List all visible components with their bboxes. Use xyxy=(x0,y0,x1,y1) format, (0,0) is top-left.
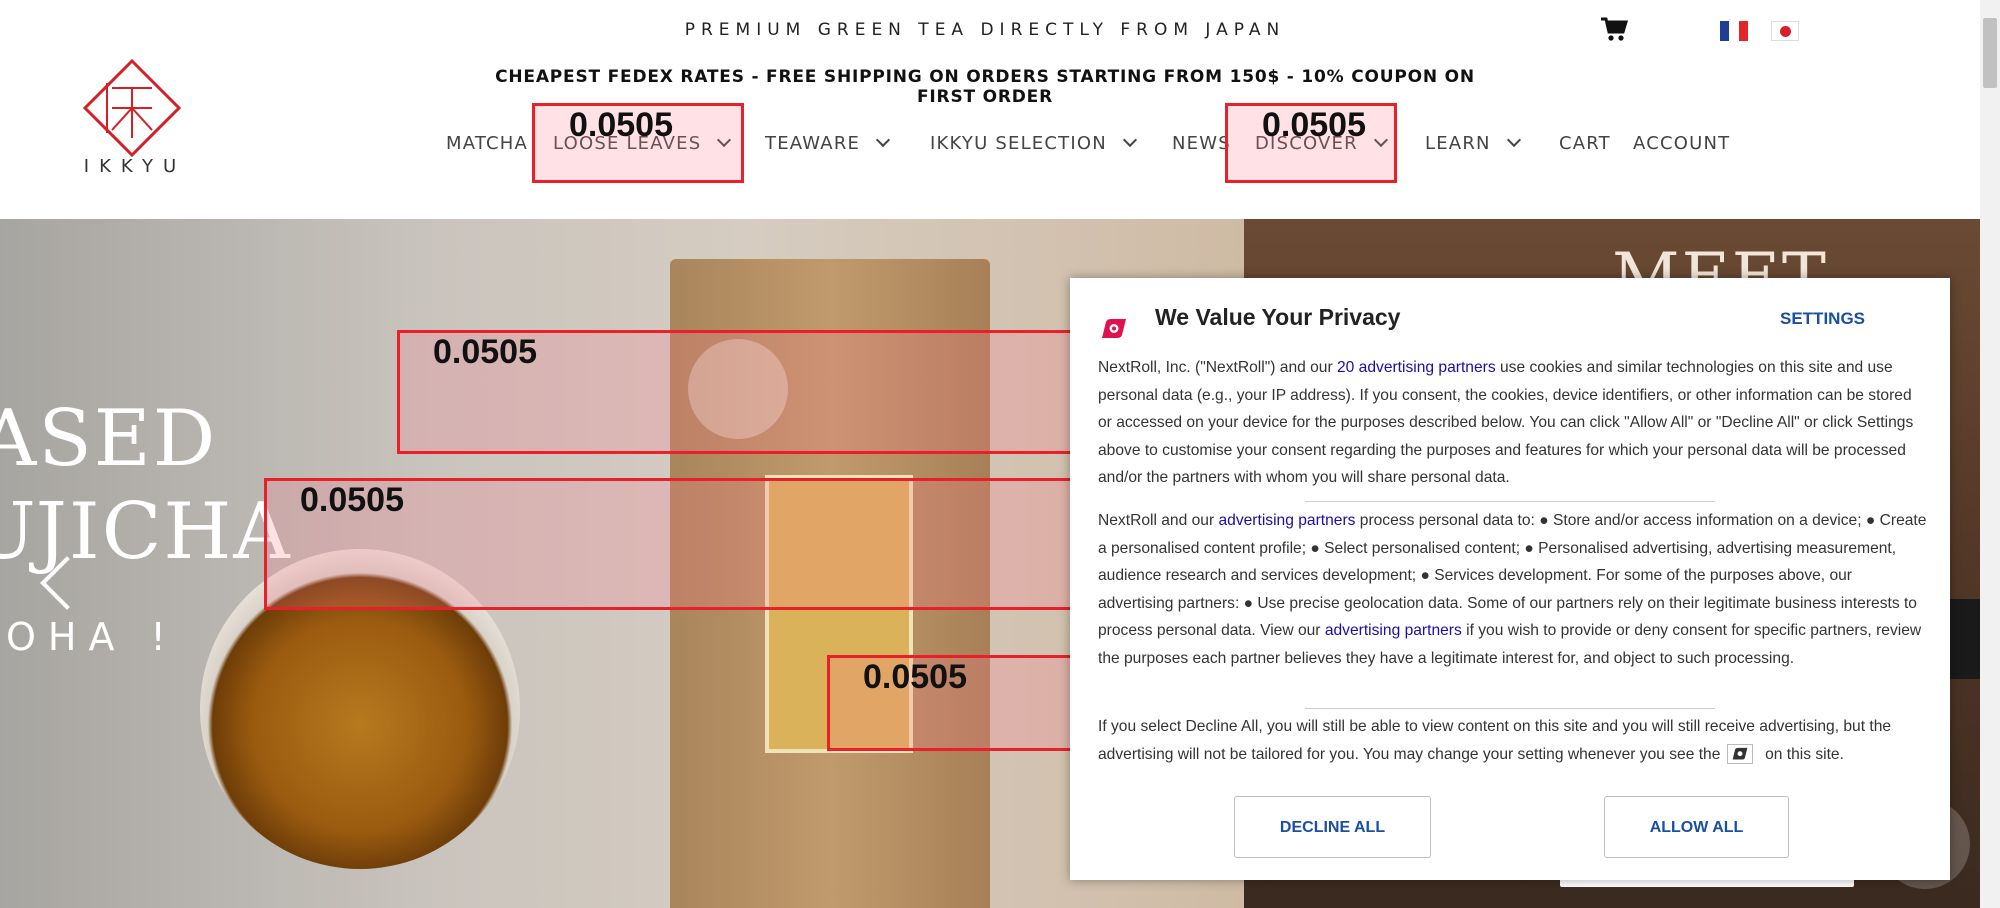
advertising-partners-link[interactable]: 20 advertising partners xyxy=(1337,359,1496,376)
privacy-settings-button[interactable]: SETTINGS xyxy=(1780,309,1865,329)
cart-icon[interactable] xyxy=(1600,16,1628,42)
nav-news[interactable]: NEWS xyxy=(1172,133,1231,154)
site-header: PREMIUM GREEN TEA DIRECTLY FROM JAPAN CH… xyxy=(0,0,1980,219)
highlight-box: 0.0505 xyxy=(1225,103,1397,183)
hero-heading-line1: ASED xyxy=(0,394,218,484)
page-scrollbar[interactable] xyxy=(1980,0,2000,908)
nav-learn[interactable]: LEARN xyxy=(1425,132,1521,154)
chevron-down-icon xyxy=(1506,132,1521,148)
nav-matcha[interactable]: MATCHA xyxy=(446,133,528,154)
privacy-paragraph-1: NextRoll, Inc. ("NextRoll") and our 20 a… xyxy=(1098,354,1928,492)
nextroll-settings-icon[interactable] xyxy=(1726,744,1753,765)
highlight-box: 0.0505 xyxy=(827,655,1082,751)
highlight-value: 0.0505 xyxy=(300,481,404,519)
nav-ikkyu-selection[interactable]: IKKYU SELECTION xyxy=(930,132,1137,154)
divider xyxy=(1305,501,1715,502)
privacy-text: NextRoll and our xyxy=(1098,512,1219,529)
nav-account[interactable]: ACCOUNT xyxy=(1633,133,1730,154)
highlight-value: 0.0505 xyxy=(569,106,673,144)
highlight-box: 0.0505 xyxy=(532,103,744,183)
allow-all-button[interactable]: ALLOW ALL xyxy=(1604,796,1789,858)
hero-subheading: OHA ! xyxy=(6,615,178,659)
nav-learn-label: LEARN xyxy=(1425,133,1491,154)
japanese-flag-icon[interactable] xyxy=(1771,21,1799,41)
privacy-paragraph-2: NextRoll and our advertising partners pr… xyxy=(1098,507,1928,672)
privacy-paragraph-3: If you select Decline All, you will stil… xyxy=(1098,713,1928,768)
divider xyxy=(1305,708,1715,709)
privacy-text: on this site. xyxy=(1760,745,1844,763)
scrollbar-thumb[interactable] xyxy=(1983,18,1997,88)
nav-teaware-label: TEAWARE xyxy=(765,133,861,154)
privacy-consent-dialog: We Value Your Privacy SETTINGS NextRoll,… xyxy=(1070,278,1950,880)
privacy-title: We Value Your Privacy xyxy=(1155,304,1401,330)
side-card-image xyxy=(1950,599,1980,679)
privacy-text: NextRoll, Inc. ("NextRoll") and our xyxy=(1098,359,1337,376)
hero-heading-line2: UJICHA xyxy=(0,487,292,577)
advertising-partners-link[interactable]: advertising partners xyxy=(1218,512,1355,529)
nav-teaware[interactable]: TEAWARE xyxy=(765,132,891,154)
decline-all-button[interactable]: DECLINE ALL xyxy=(1234,796,1431,858)
shipping-banner: CHEAPEST FEDEX RATES - FREE SHIPPING ON … xyxy=(495,67,1475,107)
logo-text: IKKYU xyxy=(83,156,187,177)
highlight-value: 0.0505 xyxy=(1262,106,1366,144)
chevron-down-icon xyxy=(876,132,891,148)
privacy-text: use cookies and similar technologies on … xyxy=(1098,359,1914,486)
highlight-box: 0.0505 xyxy=(397,330,1082,454)
chevron-down-icon xyxy=(1122,132,1137,148)
highlight-value: 0.0505 xyxy=(863,658,967,696)
french-flag-icon[interactable] xyxy=(1720,21,1748,41)
nextroll-logo-icon xyxy=(1102,319,1126,338)
privacy-text: process personal data to: ● Store and/or… xyxy=(1098,512,1927,639)
advertising-partners-link[interactable]: advertising partners xyxy=(1325,622,1462,639)
nav-ikkyu-selection-label: IKKYU SELECTION xyxy=(930,133,1107,154)
header-tagline: PREMIUM GREEN TEA DIRECTLY FROM JAPAN xyxy=(684,20,1286,40)
highlight-value: 0.0505 xyxy=(433,333,537,371)
ikkyu-logo[interactable] xyxy=(82,58,182,158)
highlight-box: 0.0505 xyxy=(264,478,1082,610)
nav-cart[interactable]: CART xyxy=(1559,133,1611,154)
